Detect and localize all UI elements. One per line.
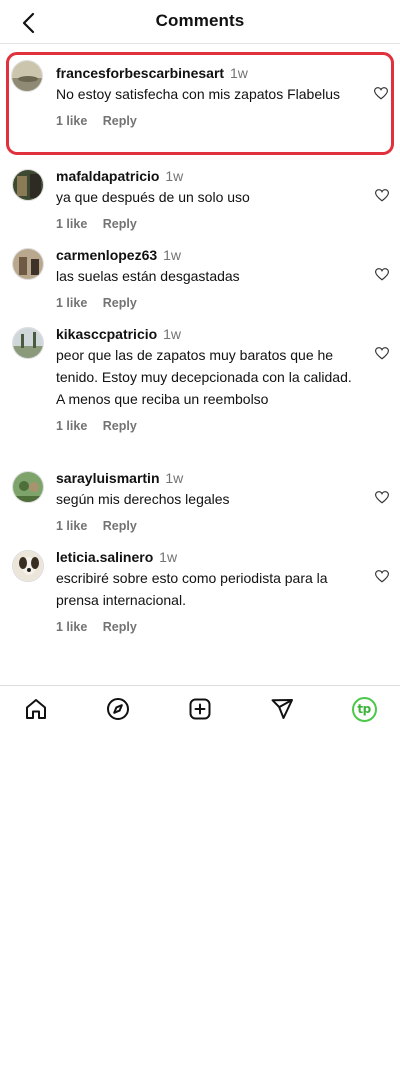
comment-username[interactable]: francesforbescarbinesart xyxy=(56,65,224,81)
comment-item: sarayluismartin 1w según mis derechos le… xyxy=(0,463,400,542)
comment-time: 1w xyxy=(229,65,248,81)
tab-home[interactable] xyxy=(22,695,50,723)
heart-icon xyxy=(375,346,389,359)
comment-item: leticia.salinero 1w escribiré sobre esto… xyxy=(0,542,400,642)
direct-send-icon xyxy=(271,699,293,719)
reply-button[interactable]: Reply xyxy=(103,620,137,634)
comment-text: según mis derechos legales xyxy=(56,491,230,507)
comment-text: escribiré sobre esto como periodista par… xyxy=(56,570,328,608)
like-count[interactable]: 1 like xyxy=(56,114,87,128)
comment-time: 1w xyxy=(165,470,184,486)
like-button[interactable] xyxy=(374,489,390,505)
heart-icon xyxy=(375,569,389,582)
tab-create[interactable] xyxy=(186,695,214,723)
comment-body: mafaldapatricio 1w ya que después de un … xyxy=(56,167,354,232)
reply-button[interactable]: Reply xyxy=(103,114,137,128)
avatar[interactable] xyxy=(12,327,44,359)
like-button[interactable] xyxy=(374,187,390,203)
tab-explore[interactable] xyxy=(104,695,132,723)
avatar[interactable] xyxy=(12,169,44,201)
comment-username[interactable]: sarayluismartin xyxy=(56,470,160,486)
comment-username[interactable]: carmenlopez63 xyxy=(56,247,157,263)
comment-list: francesforbescarbinesart 1w No estoy sat… xyxy=(0,44,400,642)
comment-text: No estoy satisfecha con mis zapatos Flab… xyxy=(56,86,341,102)
comment-body: carmenlopez63 1w las suelas están desgas… xyxy=(56,246,354,311)
profile-tp-icon: tp xyxy=(351,696,377,722)
heart-icon xyxy=(375,490,389,503)
header-bar: Comments xyxy=(0,0,400,44)
comment-item: carmenlopez63 1w las suelas están desgas… xyxy=(0,240,400,319)
comment-username[interactable]: kikasccpatricio xyxy=(56,326,157,342)
heart-icon xyxy=(374,86,388,99)
comment-text: las suelas están desgastadas xyxy=(56,268,240,284)
comment-body: kikasccpatricio 1w peor que las de zapat… xyxy=(56,325,354,434)
heart-icon xyxy=(375,267,389,280)
like-button[interactable] xyxy=(374,568,390,584)
profile-tp-label: tp xyxy=(357,702,371,716)
comment-username[interactable]: leticia.salinero xyxy=(56,549,153,565)
reply-button[interactable]: Reply xyxy=(103,296,137,310)
create-plus-icon xyxy=(189,698,211,720)
bottom-tab-bar: tp xyxy=(0,685,400,731)
heart-icon xyxy=(375,188,389,201)
reply-button[interactable]: Reply xyxy=(103,519,137,533)
avatar[interactable] xyxy=(12,471,44,503)
explore-compass-icon xyxy=(107,698,129,720)
home-icon xyxy=(26,699,46,719)
comment-time: 1w xyxy=(165,168,184,184)
comment-text: peor que las de zapatos muy baratos que … xyxy=(56,347,352,407)
comment-body: francesforbescarbinesart 1w No estoy sat… xyxy=(56,64,345,129)
reply-button[interactable]: Reply xyxy=(103,217,137,231)
avatar[interactable] xyxy=(11,60,43,92)
comment-time: 1w xyxy=(163,326,181,342)
comment-text: ya que después de un solo uso xyxy=(56,189,250,205)
avatar[interactable] xyxy=(12,550,44,582)
comment-body: leticia.salinero 1w escribiré sobre esto… xyxy=(56,548,354,635)
tab-profile[interactable]: tp xyxy=(350,695,378,723)
comment-item: kikasccpatricio 1w peor que las de zapat… xyxy=(0,319,400,463)
like-count[interactable]: 1 like xyxy=(56,519,87,533)
like-count[interactable]: 1 like xyxy=(56,296,87,310)
comment-time: 1w xyxy=(159,549,178,565)
page-title: Comments xyxy=(155,11,245,30)
comment-username[interactable]: mafaldapatricio xyxy=(56,168,159,184)
comment-item: francesforbescarbinesart 1w No estoy sat… xyxy=(6,52,394,155)
tab-direct[interactable] xyxy=(268,695,296,723)
like-count[interactable]: 1 like xyxy=(56,419,87,433)
comment-body: sarayluismartin 1w según mis derechos le… xyxy=(56,469,354,534)
like-count[interactable]: 1 like xyxy=(56,620,87,634)
avatar[interactable] xyxy=(12,248,44,280)
comment-item: mafaldapatricio 1w ya que después de un … xyxy=(0,161,400,240)
like-count[interactable]: 1 like xyxy=(56,217,87,231)
reply-button[interactable]: Reply xyxy=(103,419,137,433)
like-button[interactable] xyxy=(373,85,389,101)
like-button[interactable] xyxy=(374,345,390,361)
like-button[interactable] xyxy=(374,266,390,282)
comment-time: 1w xyxy=(163,247,181,263)
